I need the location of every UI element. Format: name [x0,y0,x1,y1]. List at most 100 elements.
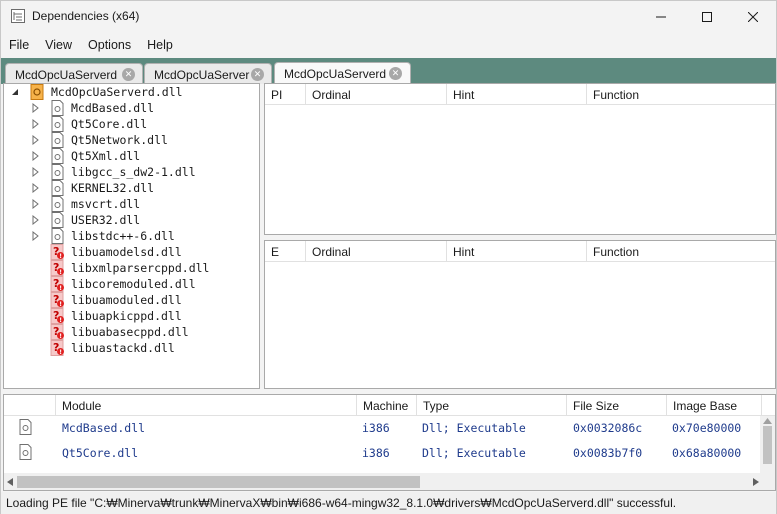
expand-icon[interactable] [32,167,40,177]
expand-icon[interactable] [32,199,40,209]
tab-close-icon[interactable]: ✕ [122,68,135,81]
root-module-icon [30,84,44,100]
modules-col-image-base[interactable]: Image Base [667,395,762,416]
close-button[interactable] [730,1,776,32]
module-icon [19,419,32,435]
tree-item[interactable]: ?! libuamodelsd.dll [4,244,259,260]
svg-text:!: ! [59,333,62,340]
scroll-right-icon[interactable] [753,478,759,486]
exports-col-hint[interactable]: Hint [447,241,587,262]
svg-text:!: ! [59,317,62,324]
vertical-scroll-thumb[interactable] [763,426,772,464]
tree-item-label: USER32.dll [71,213,141,227]
svg-text:!: ! [59,269,62,276]
missing-module-icon: ?! [50,292,64,308]
missing-module-icon: ?! [50,276,64,292]
expand-icon[interactable] [32,215,40,225]
module-machine: i386 [362,421,390,435]
imports-col-hint[interactable]: Hint [447,84,587,105]
table-row[interactable]: McdBased.dll i386 Dll; Executable 0x0032… [4,417,764,439]
menu-help[interactable]: Help [139,34,181,56]
tree-item[interactable]: ?! libcoremoduled.dll [4,276,259,292]
scroll-up-icon[interactable] [763,418,772,424]
tree-item-label: libuamodelsd.dll [71,245,182,259]
scroll-left-icon[interactable] [7,478,13,486]
modules-col-machine[interactable]: Machine [357,395,417,416]
tree-item-label: Qt5Network.dll [71,133,168,147]
title-bar: Dependencies (x64) [1,1,776,32]
tree-item[interactable]: ?! libuastackd.dll [4,340,259,356]
tab-close-icon[interactable]: ✕ [389,67,402,80]
exports-col-ordinal[interactable]: Ordinal [306,241,447,262]
module-type: Dll; Executable [422,446,526,460]
tree-item-label: libuabasecppd.dll [71,325,189,339]
minimize-button[interactable] [638,1,684,32]
tree-item[interactable]: ?! libuamoduled.dll [4,292,259,308]
tree-item[interactable]: ?! libuabasecppd.dll [4,324,259,340]
tree-item[interactable]: libstdc++-6.dll [4,228,259,244]
imports-col-pi[interactable]: PI [265,84,306,105]
menu-view[interactable]: View [37,34,80,56]
menu-options[interactable]: Options [80,34,139,56]
exports-col-e[interactable]: E [265,241,306,262]
tree-item[interactable]: USER32.dll [4,212,259,228]
tab-close-icon[interactable]: ✕ [251,68,264,81]
menu-bar: File View Options Help [1,34,776,56]
expand-icon[interactable] [32,119,40,129]
expand-icon[interactable] [32,151,40,161]
tree-item[interactable]: ?! libxmlparsercppd.dll [4,260,259,276]
maximize-button[interactable] [684,1,730,32]
tree-item[interactable]: Qt5Core.dll [4,116,259,132]
modules-table[interactable]: Module Machine Type File Size Image Base… [3,394,776,491]
tree-root-label: McdOpcUaServerd.dll [51,85,183,99]
tree-item[interactable]: McdBased.dll [4,100,259,116]
modules-horizontal-scrollbar[interactable] [4,473,762,490]
tab-mcdopcuaserverd-active[interactable]: McdOpcUaServerd ✕ [274,62,411,84]
module-type: Dll; Executable [422,421,526,435]
imports-table[interactable]: PI Ordinal Hint Function [264,83,776,235]
tab-mcdopcuaserverd-1[interactable]: McdOpcUaServerd ✕ [5,63,143,84]
module-file-icon [51,148,64,164]
imports-col-function[interactable]: Function [587,84,775,105]
tree-item[interactable]: libgcc_s_dw2-1.dll [4,164,259,180]
dependency-tree[interactable]: McdOpcUaServerd.dll McdBased.dll Qt5Core.… [3,83,260,389]
expand-icon[interactable] [32,183,40,193]
module-icon [19,444,32,460]
missing-module-icon: ?! [50,244,64,260]
tree-item[interactable]: ?! libuapkicppd.dll [4,308,259,324]
modules-col-file-size[interactable]: File Size [567,395,667,416]
menu-file[interactable]: File [1,34,37,56]
modules-vertical-scrollbar[interactable] [760,416,775,490]
expand-icon[interactable] [32,103,40,113]
tree-item-label: libcoremoduled.dll [71,277,196,291]
table-row[interactable]: Qt5Core.dll i386 Dll; Executable 0x0083b… [4,442,764,464]
imports-col-ordinal[interactable]: Ordinal [306,84,447,105]
expand-icon[interactable] [32,135,40,145]
tree-item[interactable]: msvcrt.dll [4,196,259,212]
tree-root[interactable]: McdOpcUaServerd.dll [4,84,259,100]
modules-col-type[interactable]: Type [417,395,567,416]
module-file-icon [51,100,64,116]
tree-item-label: libuamoduled.dll [71,293,182,307]
tree-item[interactable]: Qt5Xml.dll [4,148,259,164]
horizontal-scroll-thumb[interactable] [17,476,420,488]
main-window: Dependencies (x64) File View Options Hel… [0,0,777,514]
missing-module-icon: ?! [50,308,64,324]
tree-item-label: libstdc++-6.dll [71,229,175,243]
tree-item[interactable]: KERNEL32.dll [4,180,259,196]
modules-col-module[interactable]: Module [56,395,357,416]
window-title: Dependencies (x64) [32,9,140,23]
expand-icon[interactable] [32,231,40,241]
module-machine: i386 [362,446,390,460]
exports-col-function[interactable]: Function [587,241,775,262]
exports-table[interactable]: E Ordinal Hint Function [264,240,776,389]
tree-item-label: Qt5Xml.dll [71,149,141,163]
module-file-icon [51,196,64,212]
tree-item[interactable]: Qt5Network.dll [4,132,259,148]
modules-header: Module Machine Type File Size Image Base [4,395,775,416]
tab-mcdopcuaserver[interactable]: McdOpcUaServer ✕ [144,63,272,84]
missing-module-icon: ?! [50,260,64,276]
collapse-icon[interactable] [11,87,19,97]
module-image-base: 0x68a80000 [672,446,742,460]
svg-text:!: ! [59,301,62,308]
